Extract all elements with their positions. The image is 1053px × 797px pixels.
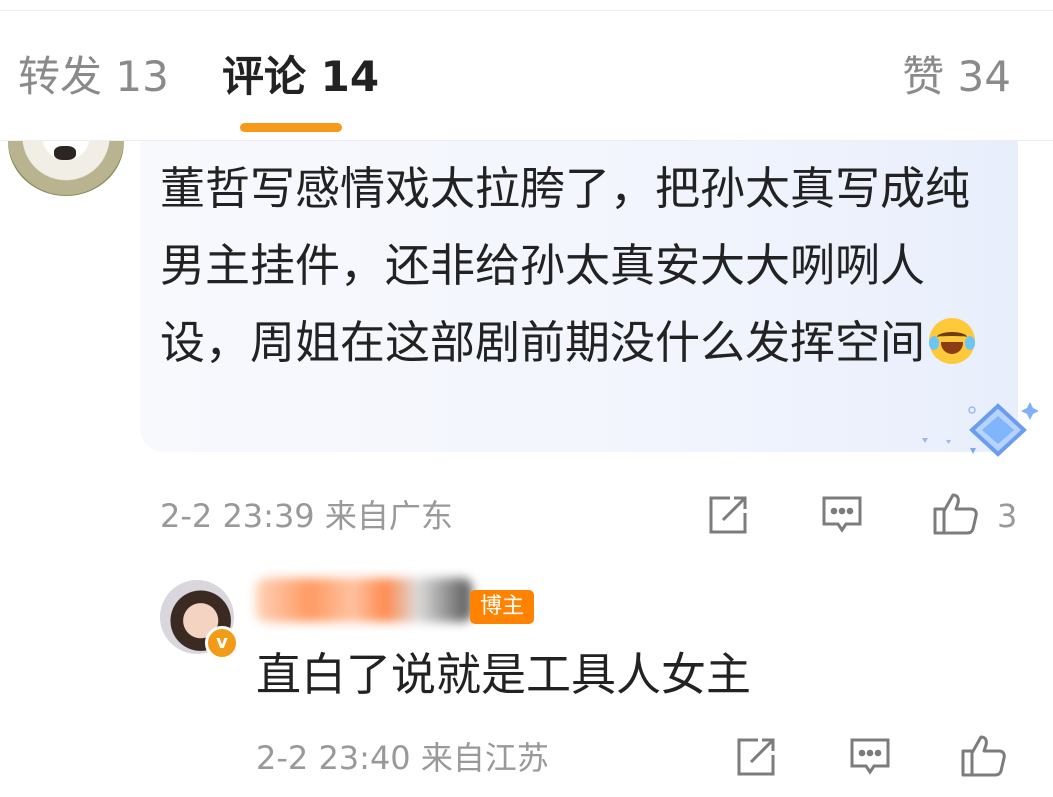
tab-comment[interactable]: 评论 14	[222, 50, 379, 104]
comment-text: 董哲写感情戏太拉胯了，把孙太真写成纯男主挂件，还非给孙太真安大大咧咧人设，周姐在…	[160, 150, 990, 381]
laughing-tears-emoji-icon	[929, 318, 976, 364]
reply-meta: 2-2 23:40 来自江苏	[256, 739, 549, 777]
active-tab-indicator	[240, 123, 342, 132]
reply-author-name-blurred[interactable]	[256, 578, 472, 622]
reply-comment-icon[interactable]	[848, 735, 892, 779]
diamond-badge-icon	[922, 402, 1038, 457]
verified-v-badge-icon: v	[205, 626, 239, 660]
repost-icon[interactable]	[706, 493, 750, 537]
comment-meta: 2-2 23:39 来自广东	[160, 497, 453, 535]
divider	[0, 10, 1053, 11]
thumb-up-icon[interactable]	[931, 489, 979, 537]
avatar-dog-nose	[54, 146, 76, 160]
tab-like[interactable]: 赞 34	[902, 50, 1011, 104]
comment-icon[interactable]	[820, 493, 864, 537]
like-count: 3	[997, 497, 1018, 535]
reply-thumb-up-icon[interactable]	[959, 731, 1007, 779]
author-badge: 博主	[470, 590, 535, 624]
tab-repost[interactable]: 转发 13	[18, 50, 169, 104]
reply-text: 直白了说就是工具人女主	[256, 648, 752, 701]
reply-repost-icon[interactable]	[734, 735, 778, 779]
tab-bar: 转发 13 评论 14 赞 34	[0, 0, 1053, 141]
comment-body: 董哲写感情戏太拉胯了，把孙太真写成纯男主挂件，还非给孙太真安大大咧咧人设，周姐在…	[160, 162, 971, 369]
